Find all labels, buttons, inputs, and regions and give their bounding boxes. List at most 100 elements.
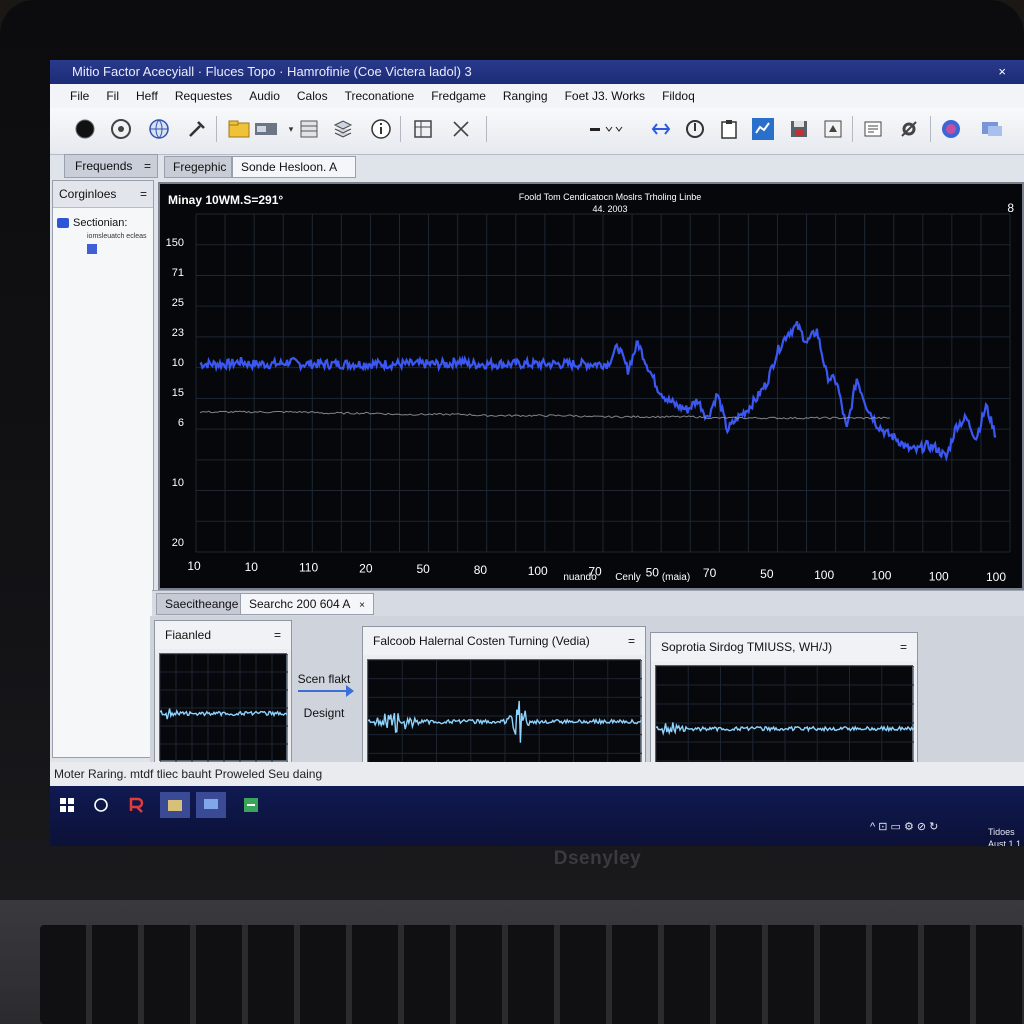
- chart-subtitle: 44. 2003: [592, 204, 627, 214]
- tab-sonde-hesloon[interactable]: Sonde Hesloon. A ×: [232, 156, 356, 194]
- filter-icon[interactable]: [648, 116, 674, 142]
- save-icon[interactable]: [786, 116, 812, 142]
- globe-icon[interactable]: [146, 116, 172, 142]
- chart-icon[interactable]: [750, 116, 776, 142]
- clock[interactable]: Tidoes Aust 1 1: [988, 826, 1021, 846]
- screen: Mitio Factor Acecyiall · Fluces Topo · H…: [50, 60, 1024, 846]
- bottom-tab-bar: Saecitheange Searchc 200 604 A ×: [152, 590, 1024, 617]
- design-label: Designt: [303, 706, 345, 720]
- menu-heff[interactable]: Heff: [136, 89, 158, 103]
- menu-fildoq[interactable]: Fildoq: [662, 89, 695, 103]
- menu-requestes[interactable]: Requestes: [175, 89, 232, 103]
- line-style-icon[interactable]: [586, 116, 630, 142]
- record-icon[interactable]: [72, 116, 98, 142]
- left-pane-tab-label: Frequends: [75, 159, 133, 173]
- clipboard-icon[interactable]: [716, 116, 742, 142]
- menu-audio[interactable]: Audio: [249, 89, 280, 103]
- tab-saecitheange[interactable]: Saecitheange: [156, 593, 248, 615]
- app-red-icon[interactable]: [122, 792, 152, 818]
- window-icon[interactable]: [254, 116, 280, 142]
- app-green-icon[interactable]: [236, 792, 266, 818]
- tree-subitem[interactable]: iomsleuatch ecleas: [53, 232, 153, 256]
- menu-icon[interactable]: =: [900, 633, 907, 661]
- series-line: [199, 320, 997, 462]
- chart-corner-label: Minay 10WM.S=291°: [168, 193, 283, 207]
- folder-icon: [57, 218, 69, 228]
- arrow-right-icon: [298, 685, 354, 697]
- y-tick-label: 23: [172, 327, 184, 339]
- y-tick-label: 6: [178, 417, 184, 429]
- files-icon[interactable]: [160, 792, 190, 818]
- y-tick-label: 20: [172, 537, 184, 549]
- window-titlebar: Mitio Factor Acecyiall · Fluces Topo · H…: [50, 60, 1024, 84]
- color-icon[interactable]: [940, 116, 966, 142]
- tree-item[interactable]: Sectionian:: [53, 214, 153, 232]
- tab-fregephic[interactable]: Fregephic: [164, 156, 232, 178]
- chart-corner-label: 8: [1007, 201, 1014, 215]
- y-tick-label: 25: [172, 297, 184, 309]
- tab-searchc[interactable]: Searchc 200 604 A ×: [240, 593, 374, 615]
- x-tick-label: 50: [760, 567, 774, 581]
- left-pane-tab[interactable]: Frequends =: [64, 154, 158, 178]
- menu-treconatione[interactable]: Treconatione: [345, 89, 415, 103]
- x-axis-note: nuando: [563, 572, 597, 583]
- folder-icon[interactable]: [226, 116, 252, 142]
- menu-file[interactable]: File: [70, 89, 89, 103]
- clock-line-2: Aust 1 1: [988, 839, 1022, 846]
- close-icon[interactable]: ×: [998, 60, 1006, 84]
- mini-waveform[interactable]: [159, 653, 288, 762]
- left-pane: Corginloes = Sectionian: iomsleuatch ecl…: [52, 180, 154, 758]
- menu-icon[interactable]: =: [144, 155, 151, 177]
- menu-fredgame[interactable]: Fredgame: [431, 89, 486, 103]
- x-tick-label: 80: [474, 563, 488, 577]
- x-tick-label: 50: [416, 562, 430, 576]
- x-axis-note: (maia): [662, 572, 690, 583]
- tree-item-label: Sectionian:: [73, 217, 128, 229]
- target-2-icon[interactable]: [682, 116, 708, 142]
- info-icon[interactable]: [368, 116, 394, 142]
- menu-bar: File Fil Heff Requestes Audio Calos Trec…: [50, 84, 1024, 108]
- x-axis-note: Cenly: [615, 572, 641, 583]
- cut-icon[interactable]: [448, 116, 474, 142]
- panel-title: Falcoob Halernal Costen Turning (Vedia): [373, 634, 590, 648]
- display-icon[interactable]: [980, 116, 1006, 142]
- menu-calos[interactable]: Calos: [297, 89, 328, 103]
- menu-foet-works[interactable]: Foet J3. Works: [565, 89, 645, 103]
- close-icon[interactable]: ×: [359, 600, 365, 611]
- x-tick-label: 70: [703, 566, 717, 580]
- x-tick-label: 10: [187, 559, 201, 573]
- list-icon[interactable]: [860, 116, 886, 142]
- x-tick-label: 100: [871, 569, 891, 583]
- grid-icon[interactable]: [296, 116, 322, 142]
- panel-header: Fiaanled =: [155, 621, 291, 649]
- main-waveform-chart[interactable]: Minay 10WM.S=291° Foold Tom Cendicatocn M…: [158, 182, 1024, 590]
- laptop-keyboard: [40, 925, 1024, 1024]
- tag-icon[interactable]: [820, 116, 846, 142]
- settings-icon[interactable]: [896, 116, 922, 142]
- table-icon[interactable]: [410, 116, 436, 142]
- menu-icon[interactable]: =: [274, 621, 281, 649]
- search-circle-icon[interactable]: [86, 792, 116, 818]
- toolbar-separator: [486, 116, 487, 142]
- windows-start-icon[interactable]: [52, 792, 82, 818]
- tool-icon[interactable]: [184, 116, 210, 142]
- laptop-brand-logo: Dsenyley: [553, 848, 642, 869]
- x-tick-label: 10: [245, 560, 259, 574]
- panel-falcoob: Falcoob Halernal Costen Turning (Vedia) …: [362, 626, 646, 776]
- monitor-icon[interactable]: [196, 792, 226, 818]
- target-icon[interactable]: [108, 116, 134, 142]
- y-tick-label: 10: [172, 357, 184, 369]
- menu-icon[interactable]: =: [628, 627, 635, 655]
- menu-ranging[interactable]: Ranging: [503, 89, 548, 103]
- mini-waveform[interactable]: [367, 659, 642, 772]
- system-tray[interactable]: ^ ⊡ ▭ ⚙ ⊘ ↻: [870, 820, 938, 833]
- x-tick-label: 100: [814, 568, 834, 582]
- menu-fil[interactable]: Fil: [106, 89, 119, 103]
- chart-svg: Minay 10WM.S=291° Foold Tom Cendicatocn M…: [166, 192, 1015, 584]
- menu-icon[interactable]: =: [140, 181, 147, 207]
- stack-icon[interactable]: [330, 116, 356, 142]
- status-bar: Moter Raring. mtdf tliec bauht Proweled …: [50, 762, 1024, 786]
- panel-title: Fiaanled: [165, 628, 212, 642]
- toolbar-separator: [400, 116, 401, 142]
- toolbar-separator: [852, 116, 853, 142]
